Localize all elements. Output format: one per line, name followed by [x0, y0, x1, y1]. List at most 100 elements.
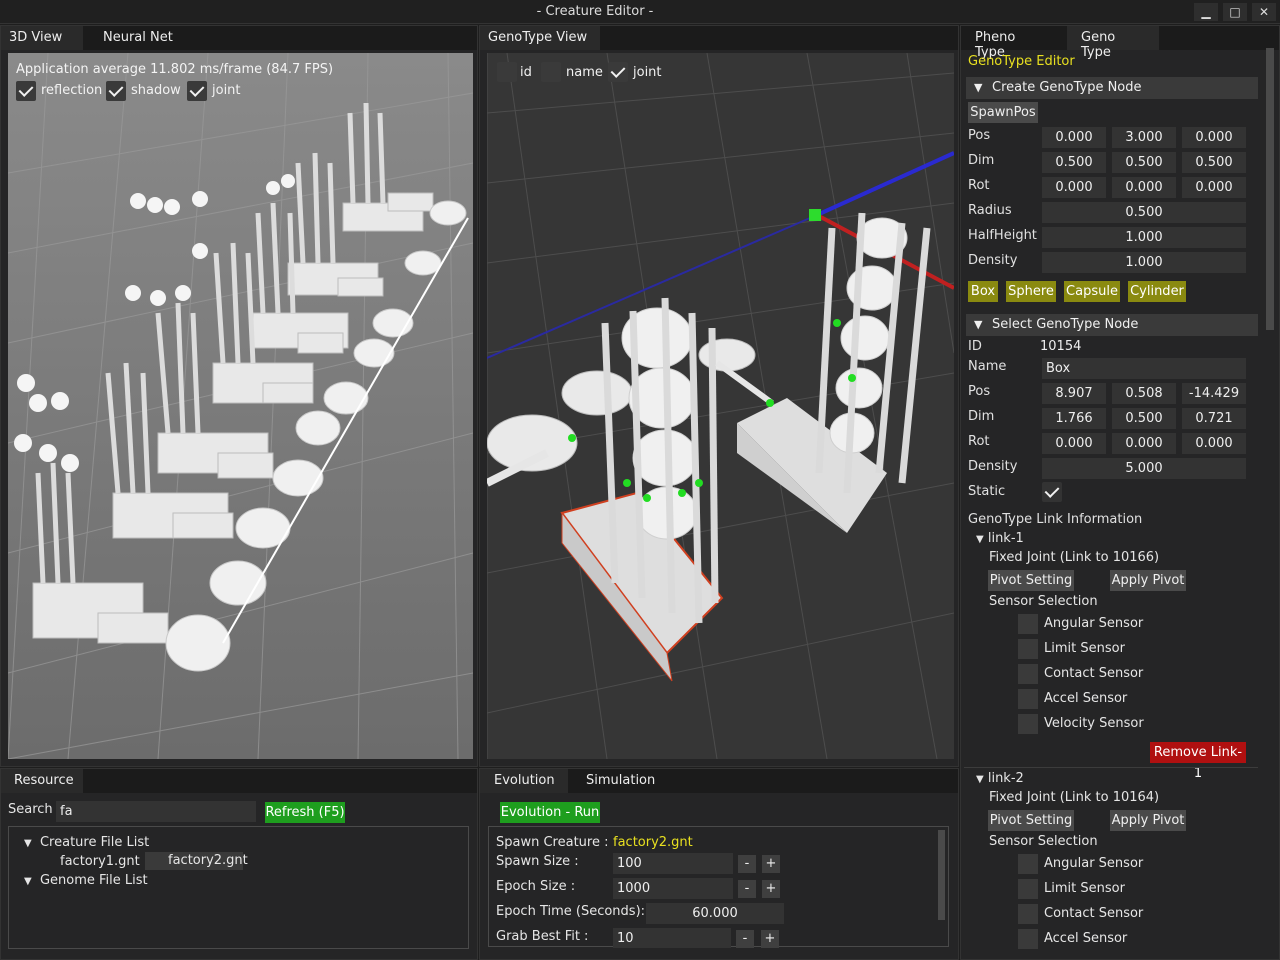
collapse-arrow-icon: ▼	[24, 876, 32, 887]
capsule-button[interactable]: Capsule	[1064, 281, 1120, 302]
collapse-arrow-icon: ▼	[974, 81, 983, 94]
limit-sensor-label: Limit Sensor	[1044, 641, 1125, 656]
tab-resource[interactable]: Resource	[1, 769, 83, 793]
creature-file-item[interactable]: factory1.gnt	[60, 854, 140, 869]
creature-file-list-toggle[interactable]: ▼ Creature File List	[24, 835, 149, 850]
close-icon[interactable]: ✕	[1252, 3, 1276, 21]
select-rot-z[interactable]: 0.000	[1182, 433, 1246, 454]
create-rot-x[interactable]: 0.000	[1042, 177, 1106, 198]
angular-sensor-checkbox[interactable]	[1018, 854, 1038, 874]
tab-evolution[interactable]: Evolution	[480, 769, 568, 793]
tab-neural-net[interactable]: Neural Net	[95, 26, 185, 50]
create-dim-x[interactable]: 0.500	[1042, 152, 1106, 173]
window-title: - Creature Editor -	[536, 4, 654, 19]
spawn-size-minus-button[interactable]: -	[738, 855, 756, 873]
epoch-size-input[interactable]: 1000	[613, 878, 733, 899]
minimize-icon[interactable]: ▁	[1194, 3, 1218, 21]
create-halfheight[interactable]: 1.000	[1042, 227, 1246, 248]
create-rot-z[interactable]: 0.000	[1182, 177, 1246, 198]
shadow-checkbox[interactable]	[106, 81, 126, 101]
link-1-apply-pivot-button[interactable]: Apply Pivot	[1110, 570, 1186, 591]
accel-sensor-checkbox[interactable]	[1018, 929, 1038, 949]
create-node-header[interactable]: ▼ Create GenoType Node	[966, 77, 1258, 99]
contact-sensor-checkbox[interactable]	[1018, 664, 1038, 684]
create-rot-y[interactable]: 0.000	[1112, 177, 1176, 198]
create-dim-y[interactable]: 0.500	[1112, 152, 1176, 173]
halfheight-label: HalfHeight	[968, 228, 1037, 243]
evolution-run-button[interactable]: Evolution - Run	[500, 802, 600, 823]
viewport-3d[interactable]: Application average 11.802 ms/frame (84.…	[8, 53, 473, 759]
joint-view-checkbox[interactable]	[608, 62, 628, 82]
tab-genotype-view[interactable]: GenoType View	[480, 26, 600, 50]
epoch-size-minus-button[interactable]: -	[738, 880, 756, 898]
scene-3d	[8, 53, 473, 759]
contact-sensor-checkbox[interactable]	[1018, 904, 1038, 924]
link-1-pivot-setting-button[interactable]: Pivot Setting	[988, 570, 1074, 591]
create-dim-z[interactable]: 0.500	[1182, 152, 1246, 173]
name-checkbox[interactable]	[541, 62, 561, 82]
box-button[interactable]: Box	[968, 281, 998, 302]
inspector-scrollbar[interactable]	[1266, 48, 1274, 330]
grab-best-fit-label: Grab Best Fit :	[496, 929, 589, 944]
genome-file-list-toggle[interactable]: ▼ Genome File List	[24, 873, 148, 888]
reflection-checkbox[interactable]	[16, 81, 36, 101]
joint-checkbox[interactable]	[187, 81, 207, 101]
select-rot-y[interactable]: 0.000	[1112, 433, 1176, 454]
editor-title: GenoType Editor	[968, 54, 1075, 69]
select-dim-x[interactable]: 1.766	[1042, 408, 1106, 429]
link-2-apply-pivot-button[interactable]: Apply Pivot	[1110, 810, 1186, 831]
maximize-icon[interactable]: □	[1223, 3, 1247, 21]
velocity-sensor-checkbox[interactable]	[1018, 714, 1038, 734]
static-label: Static	[968, 484, 1006, 499]
remove-link-1-button[interactable]: Remove Link-1	[1150, 742, 1246, 781]
pos-label: Pos	[968, 128, 991, 143]
limit-sensor-checkbox[interactable]	[1018, 639, 1038, 659]
create-pos-x[interactable]: 0.000	[1042, 127, 1106, 148]
epoch-time-input[interactable]: 60.000	[646, 903, 784, 924]
tab-pheno-type[interactable]: Pheno Type	[967, 26, 1059, 60]
spawn-size-input[interactable]: 100	[613, 853, 733, 874]
tab-3d-view[interactable]: 3D View	[1, 26, 83, 50]
sphere-button[interactable]: Sphere	[1006, 281, 1056, 302]
grab-best-fit-input[interactable]: 10	[613, 928, 731, 948]
creature-file-item-selected[interactable]: factory2.gnt	[145, 852, 248, 870]
cylinder-button[interactable]: Cylinder	[1128, 281, 1186, 302]
select-dim-z[interactable]: 0.721	[1182, 408, 1246, 429]
link-2-pivot-setting-button[interactable]: Pivot Setting	[988, 810, 1074, 831]
link-2-sensor-title: Sensor Selection	[989, 834, 1098, 849]
evolution-scrollbar[interactable]	[938, 830, 945, 920]
link-1-toggle[interactable]: ▼ link-1	[976, 531, 1024, 546]
select-pos-y[interactable]: 0.508	[1112, 383, 1176, 404]
create-pos-z[interactable]: 0.000	[1182, 127, 1246, 148]
angular-sensor-checkbox[interactable]	[1018, 614, 1038, 634]
viewport-genotype[interactable]: id name joint	[487, 53, 954, 759]
select-pos-x[interactable]: 8.907	[1042, 383, 1106, 404]
spawn-size-plus-button[interactable]: +	[762, 855, 780, 873]
refresh-button[interactable]: Refresh (F5)	[265, 802, 345, 823]
epoch-size-plus-button[interactable]: +	[762, 880, 780, 898]
create-radius[interactable]: 0.500	[1042, 202, 1246, 223]
select-node-header[interactable]: ▼ Select GenoType Node	[966, 314, 1258, 336]
select-density[interactable]: 5.000	[1042, 458, 1246, 479]
node-name-input[interactable]: Box	[1042, 358, 1246, 379]
limit-sensor-checkbox[interactable]	[1018, 879, 1038, 899]
joint-view-label: joint	[633, 65, 662, 80]
tab-geno-type[interactable]: Geno Type	[1067, 26, 1159, 60]
id-checkbox[interactable]	[497, 62, 517, 82]
create-pos-y[interactable]: 3.000	[1112, 127, 1176, 148]
select-rot-x[interactable]: 0.000	[1042, 433, 1106, 454]
create-density[interactable]: 1.000	[1042, 252, 1246, 273]
tab-simulation[interactable]: Simulation	[578, 769, 668, 793]
grab-minus-button[interactable]: -	[736, 930, 754, 948]
select-pos-z[interactable]: -14.429	[1182, 383, 1246, 404]
collapse-arrow-icon: ▼	[974, 318, 983, 331]
spawnpos-button[interactable]: SpawnPos	[968, 102, 1038, 123]
search-input[interactable]: fa	[56, 801, 256, 822]
accel-sensor-label: Accel Sensor	[1044, 931, 1128, 946]
link-2-toggle[interactable]: ▼ link-2	[976, 771, 1024, 786]
grab-plus-button[interactable]: +	[761, 930, 779, 948]
resource-tabbar: Resource	[1, 769, 477, 793]
select-dim-y[interactable]: 0.500	[1112, 408, 1176, 429]
accel-sensor-checkbox[interactable]	[1018, 689, 1038, 709]
static-checkbox[interactable]	[1042, 482, 1062, 502]
